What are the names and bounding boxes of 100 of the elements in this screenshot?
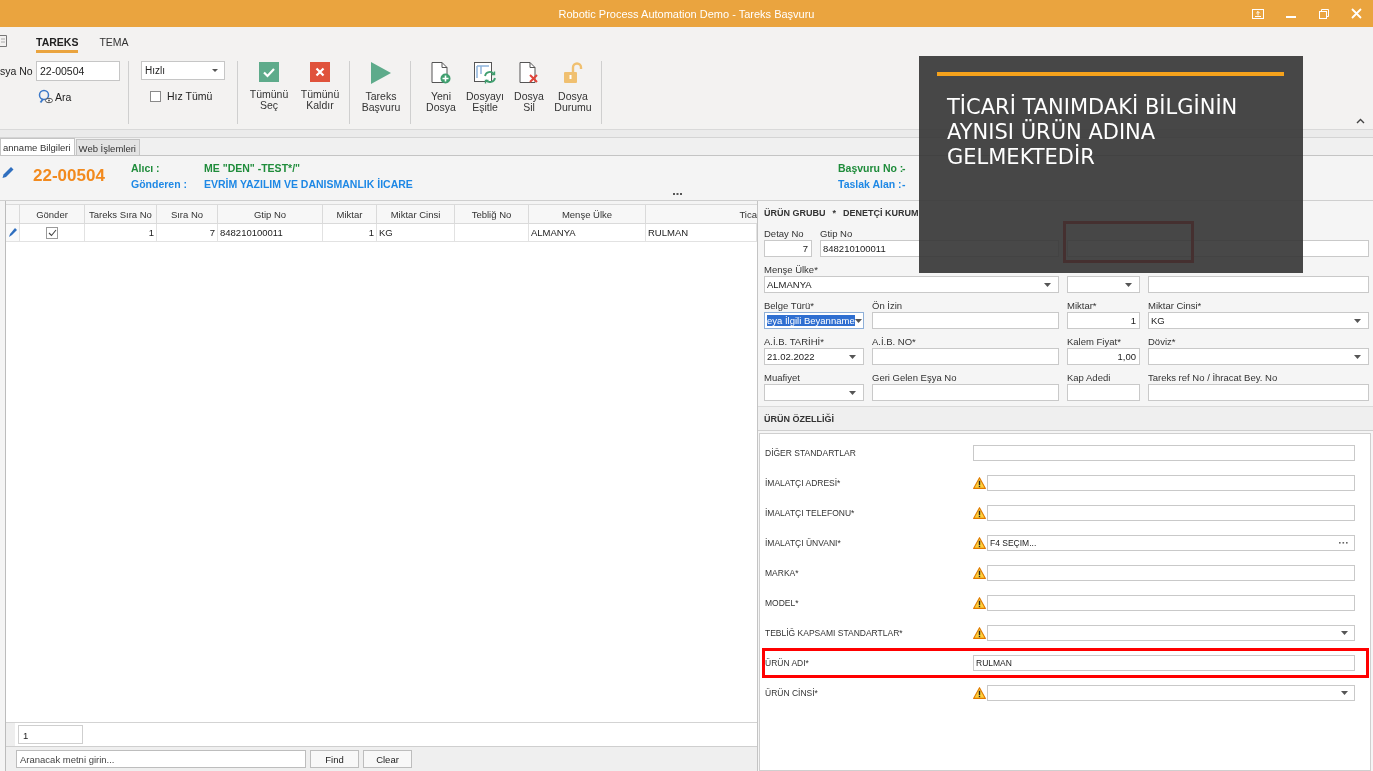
- input-field[interactable]: [872, 384, 1059, 401]
- input-field[interactable]: 7: [764, 240, 812, 257]
- caret-up-icon[interactable]: [1356, 118, 1365, 124]
- field-label: MODEL*: [765, 598, 800, 608]
- dropdown-field[interactable]: KG: [1148, 312, 1369, 329]
- field-label: İMALATÇI ADRESİ*: [765, 478, 842, 488]
- group-title: DENETÇİ KURUM: [843, 208, 919, 220]
- pencil-icon[interactable]: [2, 166, 14, 180]
- caret-icon: [1125, 282, 1132, 287]
- dropdown-field[interactable]: 21.02.2022: [764, 348, 864, 365]
- checkbox[interactable]: [46, 226, 58, 239]
- input-field[interactable]: [987, 565, 1355, 581]
- table-cell: 1: [323, 224, 377, 242]
- group-title: *: [832, 208, 836, 220]
- table-cell: 7: [157, 224, 218, 242]
- warning-icon: [973, 507, 986, 519]
- input-field[interactable]: 1: [1067, 312, 1140, 329]
- table-cell: 848210100011: [218, 224, 323, 242]
- search-field[interactable]: Aranacak metni girin...: [16, 750, 306, 768]
- ribbon-button[interactable]: Tümünü Seç: [246, 59, 292, 129]
- field-label: A.İ.B. NO*: [872, 335, 917, 348]
- input-field[interactable]: [987, 505, 1355, 521]
- document-tab[interactable]: Web İşlemleri: [75, 139, 140, 155]
- dropdown-field[interactable]: Hızlı: [141, 61, 225, 80]
- dropdown-field[interactable]: [764, 384, 864, 401]
- caret-icon: [1354, 318, 1361, 323]
- column-header[interactable]: Gönder: [20, 204, 85, 224]
- field-label: Ön İzin: [872, 299, 904, 312]
- input-field[interactable]: [1067, 384, 1140, 401]
- column-header[interactable]: Gtip No: [218, 204, 323, 224]
- document-tab[interactable]: anname Bilgileri: [0, 138, 75, 155]
- ribbon-tab[interactable]: TAREKS: [36, 31, 79, 53]
- dropdown-field[interactable]: [987, 685, 1355, 701]
- caret-icon: [854, 318, 862, 323]
- checkbox[interactable]: [150, 90, 161, 102]
- search-panel-button[interactable]: Clear: [363, 750, 412, 768]
- input-field[interactable]: [1148, 384, 1369, 401]
- window-title: Robotic Process Automation Demo - Tareks Başvuru: [558, 7, 815, 20]
- section-title: ÜRÜN ÖZELLİĞİ: [758, 406, 1373, 431]
- input-field[interactable]: [1148, 276, 1369, 293]
- check-icon: [259, 62, 279, 82]
- search-panel-button[interactable]: Find: [310, 750, 359, 768]
- caret-icon: [849, 390, 856, 395]
- ribbon-button[interactable]: Dosyayı Eşitle: [463, 59, 507, 129]
- info-value: ME "DEN" -TEST*/": [204, 162, 301, 174]
- column-header[interactable]: Tebliğ No: [455, 204, 529, 224]
- input-field[interactable]: [973, 445, 1355, 461]
- input-field[interactable]: RULMAN: [973, 655, 1355, 671]
- ribbon-button[interactable]: Dosya Durumu: [551, 59, 595, 129]
- input-field[interactable]: 1,00: [1067, 348, 1140, 365]
- field-label: Detay No: [764, 227, 805, 240]
- screen-icon[interactable]: [1251, 8, 1264, 19]
- row-count-field[interactable]: 1: [18, 725, 83, 744]
- input-field[interactable]: [987, 475, 1355, 491]
- field-label: ÜRÜN CİNSİ*: [765, 688, 819, 698]
- padlock-icon: [563, 62, 583, 84]
- column-header[interactable]: Menşe Ülke: [529, 204, 646, 224]
- field-label: MARKA*: [765, 568, 800, 578]
- dropdown-field[interactable]: ALMANYA: [764, 276, 1059, 293]
- field-label: Belge Türü*: [764, 299, 815, 312]
- column-header[interactable]: Sıra No: [157, 204, 218, 224]
- document-icon[interactable]: [0, 35, 7, 47]
- file-number: 22-00504: [33, 166, 106, 187]
- input-field[interactable]: [872, 348, 1059, 365]
- table-cell: ALMANYA: [529, 224, 646, 242]
- field-label: İMALATÇI ÜNVANI*: [765, 538, 842, 548]
- column-header[interactable]: Tica: [646, 204, 757, 224]
- input-field[interactable]: [987, 595, 1355, 611]
- field-label: Geri Gelen Eşya No: [872, 371, 958, 384]
- dropdown-field[interactable]: [1148, 348, 1369, 365]
- caret-icon: [212, 69, 218, 72]
- ribbon-button[interactable]: Dosya Sil: [507, 59, 551, 129]
- ribbon-tab[interactable]: TEMA: [99, 31, 129, 53]
- info-value: EVRİM YAZILIM VE DANISMANLIK İICARE: [204, 178, 413, 190]
- table-cell: 1: [85, 224, 157, 242]
- table-cell: KG: [377, 224, 455, 242]
- field-label: A.İ.B. TARİHİ*: [764, 335, 825, 348]
- pencil-icon: [8, 228, 17, 237]
- column-header[interactable]: Miktar: [323, 204, 377, 224]
- dropdown-field[interactable]: eya İlgili Beyanname: [764, 312, 864, 329]
- column-header[interactable]: Miktar Cinsi: [377, 204, 455, 224]
- field-label: Tareks ref No / İhracat Bey. No: [1148, 371, 1279, 384]
- dropdown-field[interactable]: [987, 625, 1355, 641]
- dropdown-field[interactable]: [1067, 276, 1140, 293]
- caret-icon: [1044, 282, 1051, 287]
- input-field[interactable]: [872, 312, 1059, 329]
- close-icon[interactable]: [1351, 8, 1362, 19]
- ribbon-button[interactable]: Tareks Başvuru: [358, 59, 404, 129]
- input-field[interactable]: 22-00504: [36, 61, 120, 81]
- minimize-icon[interactable]: [1285, 15, 1296, 18]
- warning-icon: [973, 537, 986, 549]
- column-header[interactable]: Tareks Sıra No: [85, 204, 157, 224]
- field-label: İMALATÇI TELEFONU*: [765, 508, 856, 518]
- field-label: Miktar*: [1067, 299, 1098, 312]
- ribbon-button[interactable]: Tümünü Kaldır: [297, 59, 343, 129]
- search-button[interactable]: Ara: [38, 89, 72, 104]
- caret-icon: [1341, 631, 1348, 635]
- picker-field[interactable]: F4 SEÇIM...: [987, 535, 1355, 551]
- ribbon-button[interactable]: Yeni Dosya: [419, 59, 463, 129]
- restore-icon[interactable]: [1318, 8, 1329, 19]
